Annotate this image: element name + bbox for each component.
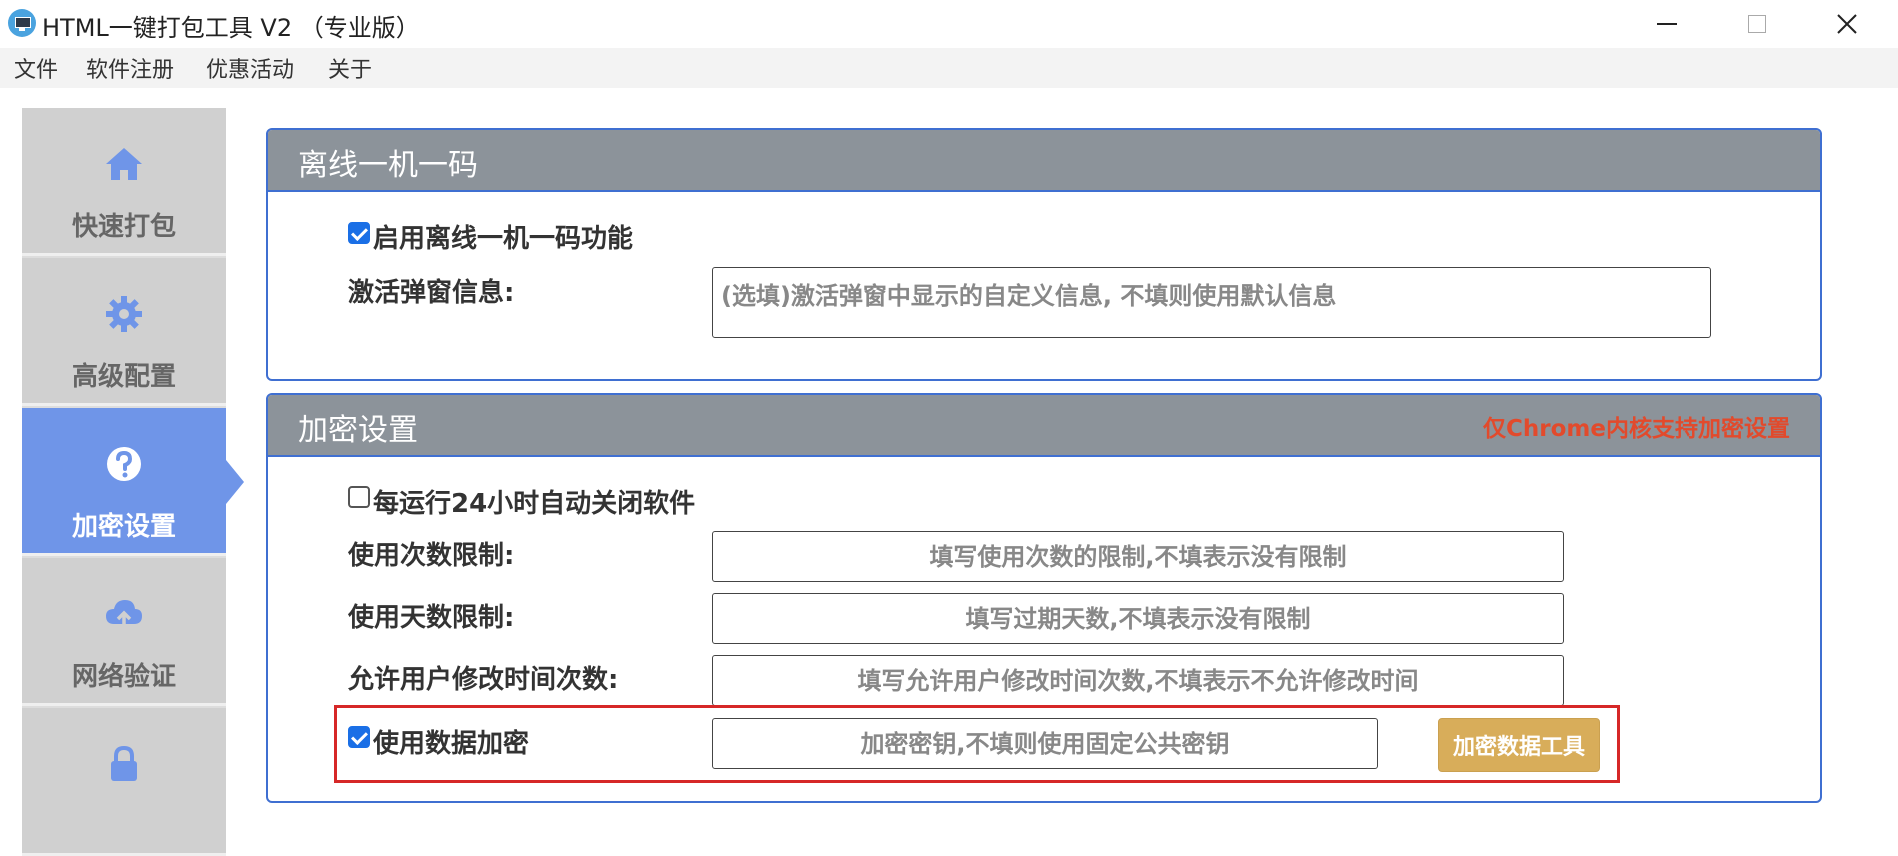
title-bar: HTML一键打包工具 V2 （专业版） — [0, 0, 1898, 48]
cloud-upload-icon — [106, 600, 142, 630]
sidebar: 快速打包 高级配置 加密设置 网络验证 — [22, 108, 226, 856]
panel-header: 离线一机一码 — [268, 130, 1820, 192]
maximize-icon — [1748, 15, 1766, 33]
panel-header: 加密设置 仅Chrome内核支持加密设置 — [268, 395, 1820, 457]
time-modify-input[interactable] — [712, 655, 1564, 706]
sidebar-item-advanced[interactable]: 高级配置 — [22, 258, 226, 406]
lock-icon — [111, 745, 137, 781]
panel-title: 离线一机一码 — [298, 148, 478, 183]
usage-count-input[interactable] — [712, 531, 1564, 582]
sidebar-item-network-verify[interactable]: 网络验证 — [22, 558, 226, 706]
enable-offline-checkbox[interactable] — [348, 222, 370, 244]
enable-offline-label: 启用离线一机一码功能 — [373, 224, 634, 254]
sidebar-item-label: 高级配置 — [71, 362, 176, 392]
close-icon — [1837, 14, 1857, 34]
sidebar-item-quick-pack[interactable]: 快速打包 — [22, 108, 226, 256]
menu-file[interactable]: 文件 — [14, 52, 58, 84]
window-title: HTML一键打包工具 V2 （专业版） — [42, 14, 420, 42]
sidebar-item-label: 网络验证 — [71, 662, 176, 692]
sidebar-item-label: 加密设置 — [71, 512, 176, 542]
encryption-key-input[interactable] — [712, 718, 1378, 769]
popup-info-input[interactable] — [712, 267, 1711, 338]
maximize-button[interactable] — [1712, 0, 1802, 48]
usage-days-label: 使用天数限制: — [348, 603, 515, 633]
panel-title: 加密设置 — [298, 413, 418, 448]
minimize-button[interactable] — [1622, 0, 1712, 48]
auto-close-checkbox[interactable] — [348, 486, 370, 508]
minimize-icon — [1657, 23, 1677, 25]
active-indicator-arrow — [226, 460, 244, 504]
close-button[interactable] — [1802, 0, 1892, 48]
menu-about[interactable]: 关于 — [328, 52, 372, 84]
sidebar-item-encrypt[interactable]: 加密设置 — [22, 408, 226, 556]
sidebar-item-lock[interactable] — [22, 708, 226, 856]
encrypt-data-tool-button[interactable]: 加密数据工具 — [1438, 718, 1600, 772]
menu-promotions[interactable]: 优惠活动 — [206, 52, 294, 84]
time-modify-label: 允许用户修改时间次数: — [348, 665, 619, 695]
menu-bar: 文件 软件注册 优惠活动 关于 — [0, 48, 1898, 88]
usage-count-label: 使用次数限制: — [348, 541, 515, 571]
data-encrypt-checkbox[interactable] — [348, 726, 370, 748]
data-encrypt-label: 使用数据加密 — [373, 729, 530, 759]
chrome-only-note: 仅Chrome内核支持加密设置 — [1483, 416, 1790, 442]
menu-register[interactable]: 软件注册 — [86, 52, 174, 84]
question-icon — [107, 447, 141, 481]
monitor-icon — [8, 9, 36, 37]
gear-icon — [106, 296, 142, 332]
sidebar-item-label: 快速打包 — [71, 212, 176, 242]
home-icon — [106, 148, 142, 180]
usage-days-input[interactable] — [712, 593, 1564, 644]
popup-info-label: 激活弹窗信息: — [348, 278, 515, 308]
auto-close-label: 每运行24小时自动关闭软件 — [373, 489, 696, 519]
